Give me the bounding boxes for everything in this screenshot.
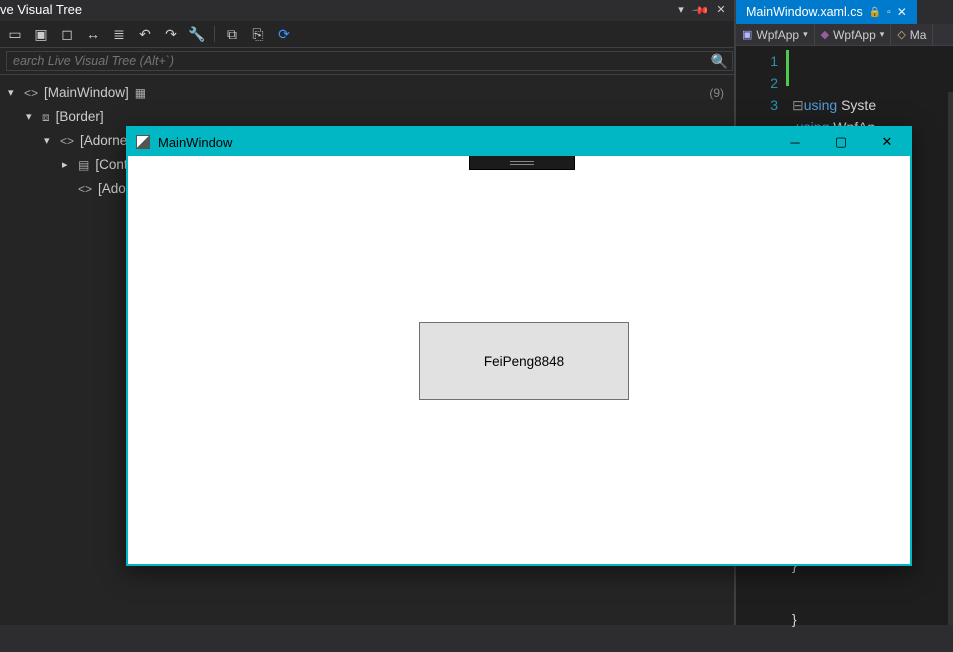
line-number: 1 [736,50,778,72]
method-icon: ◇ [897,28,905,41]
window-control-buttons: ─ ▢ ✕ [772,128,910,156]
tb-wrench-icon[interactable]: 🔧 [188,25,206,43]
in-app-toolbar-handle[interactable] [469,156,575,170]
tree-item-label: [Border] [56,105,104,129]
maximize-button[interactable]: ▢ [818,128,864,156]
nav-member-dropdown[interactable]: ◇ Ma [891,24,933,45]
nav-label: Ma [910,28,927,42]
pin-icon[interactable]: 📌 [691,0,711,19]
minimize-button[interactable]: ─ [772,128,818,156]
namespace-icon: ◆ [821,28,829,41]
debug-app-window: MainWindow ─ ▢ ✕ FeiPeng8848 [126,126,912,566]
preview-icon[interactable]: ▫ [887,7,891,18]
tb-copy-icon[interactable]: ⧉ [223,25,241,43]
app-client-area: FeiPeng8848 [128,156,910,564]
expander-icon[interactable]: ▸ [62,153,72,177]
expander-icon[interactable]: ▾ [8,81,18,105]
lvt-toolbar: ▭ ▣ ◻ ↔ ≣ ↶ ↷ 🔧 ⧉ ⎘ ⟳ [0,21,734,48]
nav-namespace-dropdown[interactable]: ◆ WpfApp ▾ [815,24,892,45]
child-count: (9) [709,81,724,105]
nav-label: WpfApp [833,28,876,42]
tb-prev-icon[interactable]: ↶ [136,25,154,43]
close-icon[interactable]: ✕ [897,5,907,19]
document-tab-strip: MainWindow.xaml.cs 🔒 ▫ ✕ [736,0,953,24]
tb-refresh-icon[interactable]: ⟳ [275,25,293,43]
panel-title-bar: ve Visual Tree ▾ 📌 ✕ [0,0,734,21]
document-tab-label: MainWindow.xaml.cs [746,5,863,19]
pin-icon[interactable]: 🔒 [869,7,881,18]
nav-label: WpfApp [756,28,799,42]
tb-next-icon[interactable]: ↷ [162,25,180,43]
scrollbar-track[interactable] [948,92,953,625]
element-type-icon: <> [24,81,38,105]
lvt-search-row: 🔍 [0,48,734,75]
search-input[interactable] [6,51,733,71]
button-label: FeiPeng8848 [484,354,564,369]
tb-focus-icon[interactable]: ◻ [58,25,76,43]
chevron-down-icon: ▾ [880,29,885,40]
toolbar-separator [214,26,215,42]
element-type-icon: ▤ [78,153,89,177]
line-number: 3 [736,94,778,116]
expander-icon[interactable]: ▾ [44,129,54,153]
chevron-down-icon: ▾ [803,29,808,40]
document-tab-active[interactable]: MainWindow.xaml.cs 🔒 ▫ ✕ [736,0,917,24]
tb-open-icon[interactable]: ⎘ [249,25,267,43]
app-title-left: MainWindow [136,135,232,150]
grip-icon [510,161,534,165]
app-icon [136,135,150,149]
app-main-button[interactable]: FeiPeng8848 [419,322,629,400]
data-context-icon: ▦ [135,81,146,105]
app-title-bar[interactable]: MainWindow ─ ▢ ✕ [128,128,910,156]
element-type-icon: <> [60,129,74,153]
nav-project-dropdown[interactable]: ▣ WpfApp ▾ [736,24,815,45]
expander-icon[interactable]: ▾ [26,105,36,129]
navigation-bar: ▣ WpfApp ▾ ◆ WpfApp ▾ ◇ Ma [736,24,953,46]
panel-title-buttons: ▾ 📌 ✕ [674,3,728,17]
tree-item-mainwindow[interactable]: ▾ <> [MainWindow] ▦ (9) [4,81,730,105]
outlining-icon[interactable]: ⊟ [792,97,804,113]
app-title-text: MainWindow [158,135,232,150]
code-keyword: using [804,97,837,113]
tb-spacing-icon[interactable]: ↔ [84,25,102,43]
panel-title: ve Visual Tree [0,2,82,17]
element-type-icon: <> [78,177,92,201]
tb-layout-guides-icon[interactable]: ▭ [6,25,24,43]
tb-selection-icon[interactable]: ▣ [32,25,50,43]
change-indicator [786,50,789,86]
close-button[interactable]: ✕ [864,128,910,156]
tb-tree-icon[interactable]: ≣ [110,25,128,43]
element-type-icon: ⧈ [42,105,50,129]
close-icon[interactable]: ✕ [714,3,728,17]
project-icon: ▣ [742,28,752,41]
tree-item-label: [MainWindow] [44,81,129,105]
code-text: Syste [837,97,876,113]
line-number: 2 [736,72,778,94]
dropdown-icon[interactable]: ▾ [674,3,688,17]
